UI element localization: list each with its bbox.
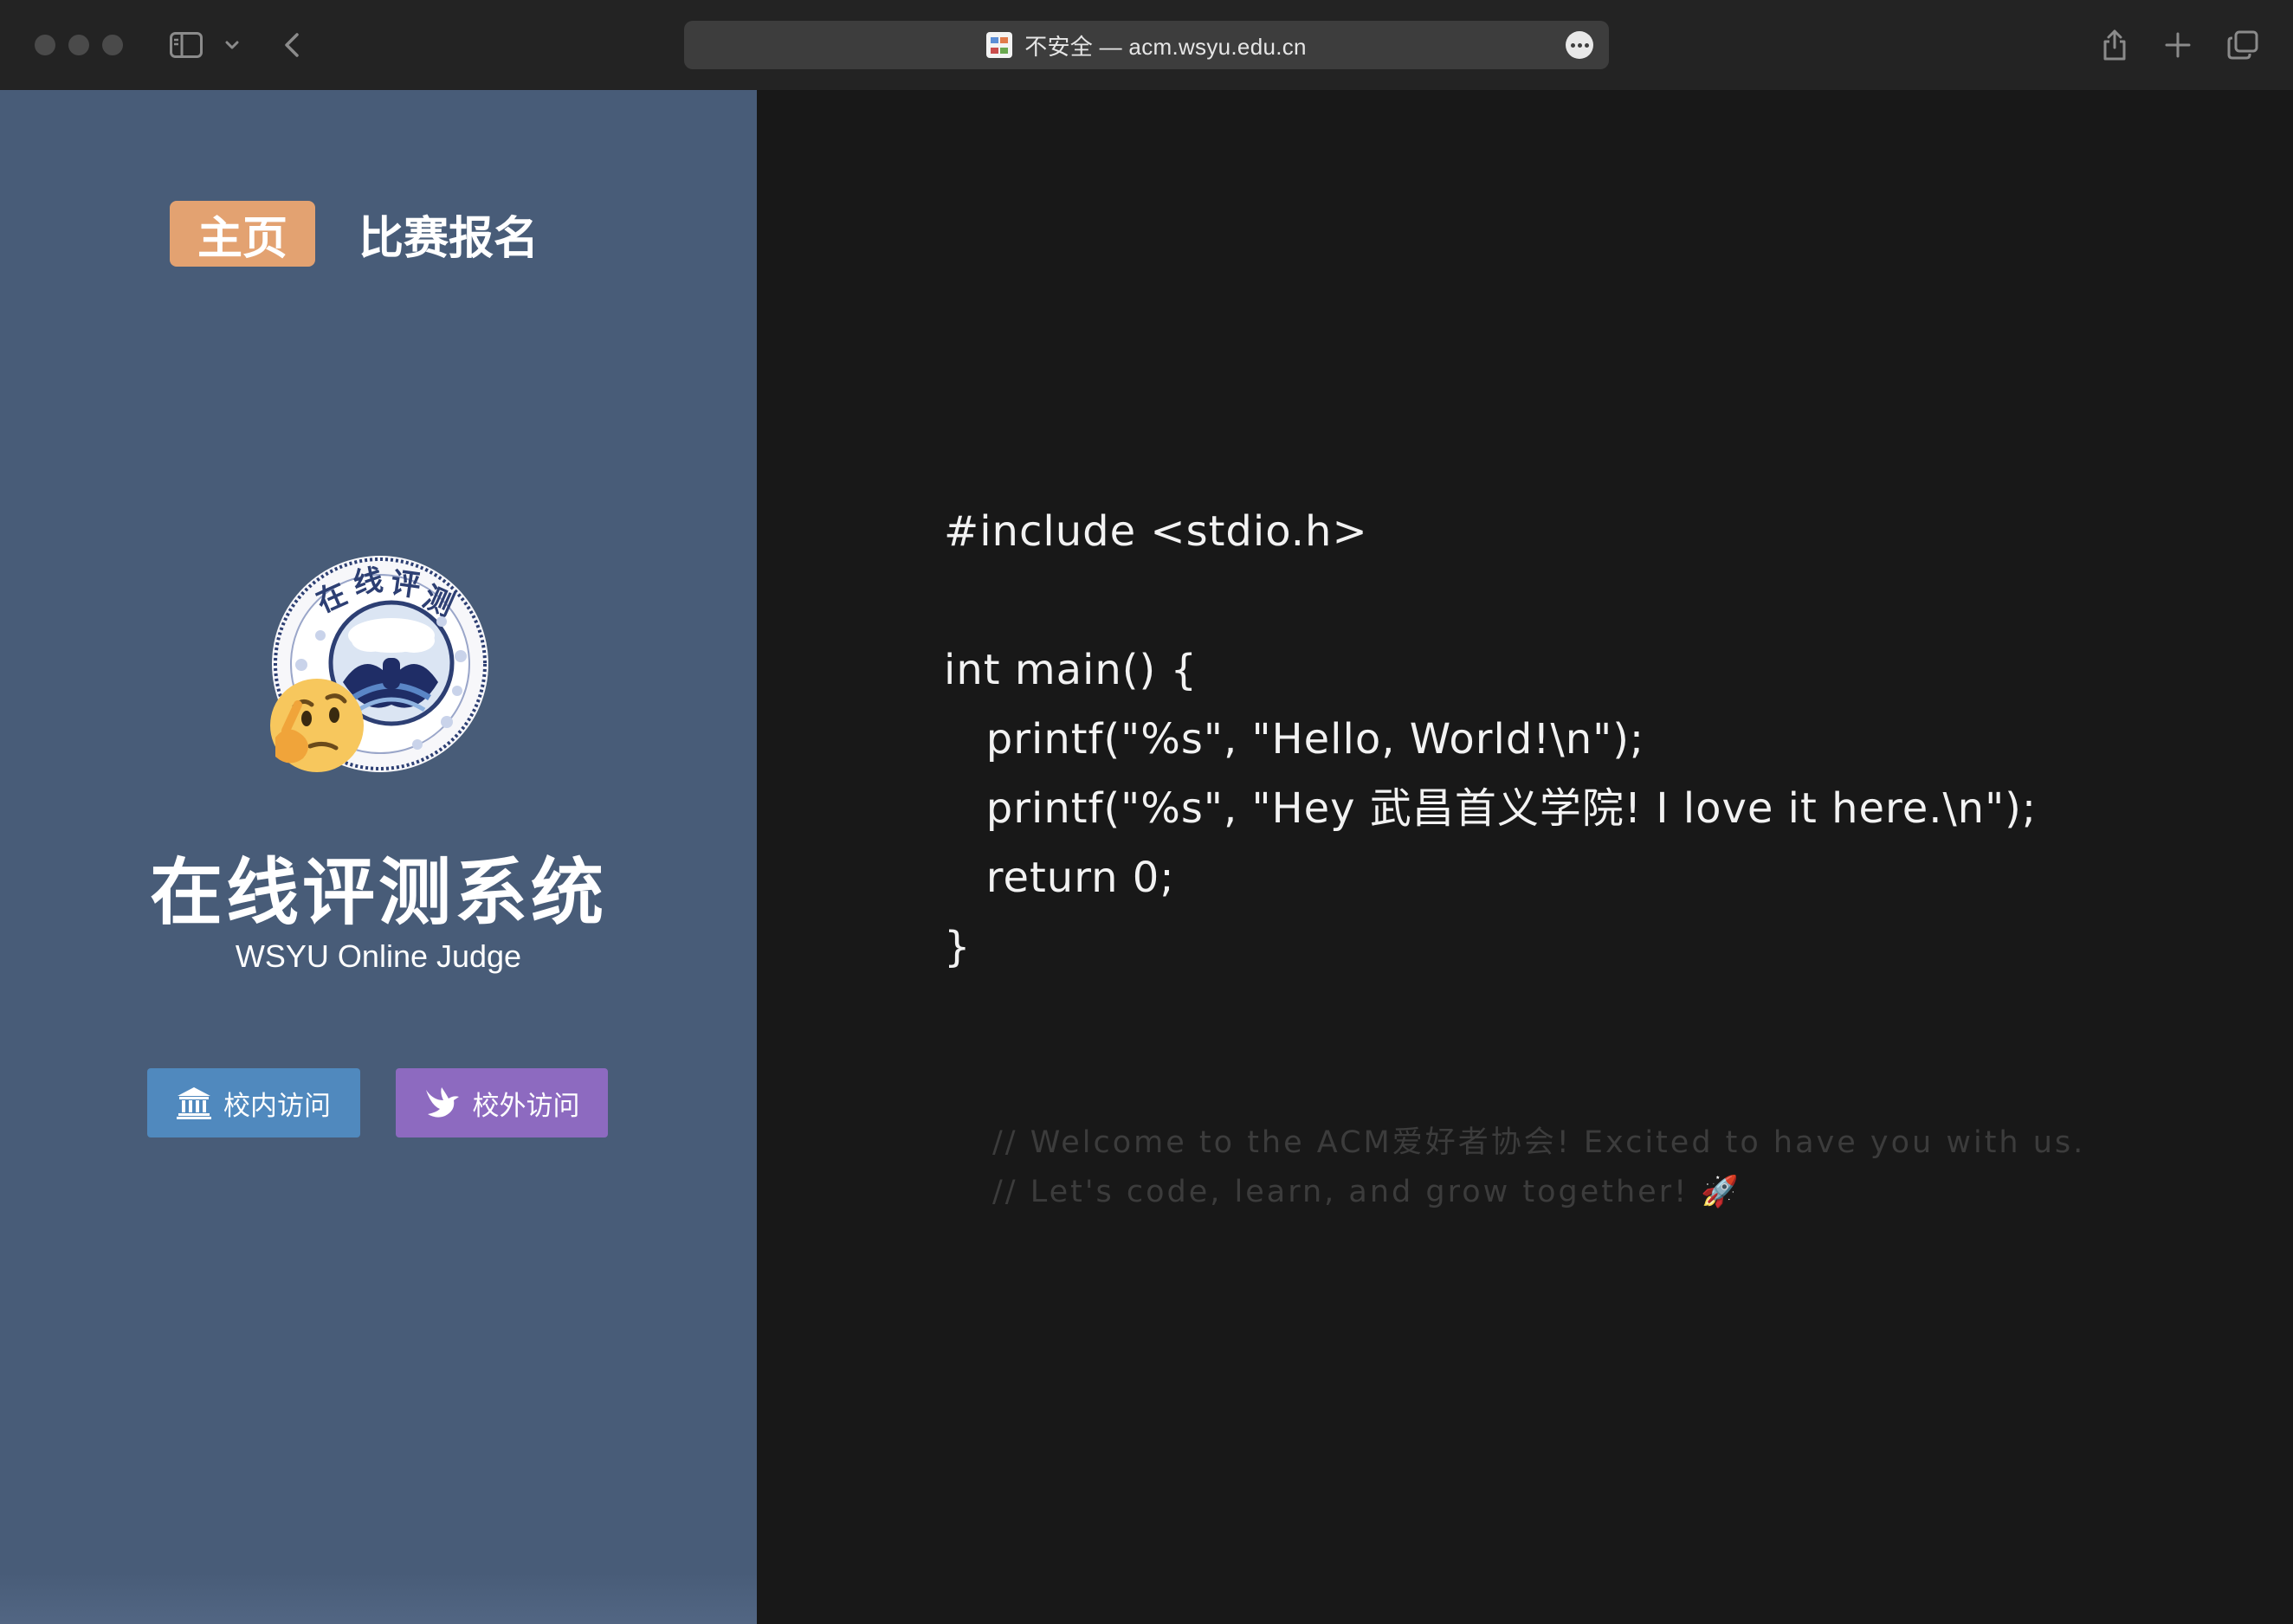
site-title: 在线评测系统 <box>149 852 607 933</box>
comment-line: // Let's code, learn, and grow together!… <box>992 1175 1741 1209</box>
code-line: } <box>944 923 972 971</box>
bird-icon <box>425 1087 459 1118</box>
thinking-face-icon <box>270 679 364 772</box>
code-line: printf("%s", "Hey 武昌首义学院! I love it here… <box>944 784 2038 833</box>
code-panel: #include <stdio.h> int main() { printf("… <box>757 90 2293 1624</box>
external-access-button[interactable]: 校外访问 <box>396 1068 608 1137</box>
close-window-button[interactable] <box>35 35 55 55</box>
share-icon[interactable] <box>2099 26 2130 64</box>
logo-text-2: 线 <box>351 563 385 602</box>
site-subtitle: WSYU Online Judge <box>235 938 522 974</box>
nav-home[interactable]: 主页 <box>170 201 315 267</box>
logo: 在 线 评 测 <box>268 552 492 776</box>
page-menu-icon[interactable] <box>1566 31 1593 59</box>
site-favicon-icon <box>986 32 1013 58</box>
code-line: int main() { <box>944 646 1198 694</box>
campus-access-button[interactable]: 校内访问 <box>147 1068 360 1137</box>
browser-window: 不安全 — acm.wsyu.edu.cn 主页 比赛报名 在 线 评 测 在线… <box>0 0 2293 1624</box>
sidebar-toggle-icon[interactable] <box>168 26 204 64</box>
code-line: return 0; <box>944 854 1175 902</box>
institution-icon <box>177 1087 211 1119</box>
browser-toolbar: 不安全 — acm.wsyu.edu.cn <box>0 0 2293 91</box>
campus-access-label: 校内访问 <box>223 1090 331 1121</box>
address-bar[interactable]: 不安全 — acm.wsyu.edu.cn <box>684 21 1609 69</box>
tab-overview-icon[interactable] <box>2225 26 2260 64</box>
chevron-down-icon[interactable] <box>220 26 244 64</box>
external-access-label: 校外访问 <box>472 1090 580 1121</box>
new-tab-icon[interactable] <box>2163 26 2193 64</box>
zoom-window-button[interactable] <box>102 35 123 55</box>
code-line: printf("%s", "Hello, World!\n"); <box>944 715 1645 764</box>
nav-contest-signup[interactable]: 比赛报名 <box>358 201 539 267</box>
code-comments: // Welcome to the ACM爱好者协会! Excited to h… <box>992 1118 2085 1217</box>
minimize-window-button[interactable] <box>68 35 89 55</box>
address-text: 不安全 — acm.wsyu.edu.cn <box>1024 33 1307 60</box>
code-line: #include <stdio.h> <box>944 507 1368 556</box>
logo-text-3: 评 <box>389 565 423 603</box>
sidebar-panel: 主页 比赛报名 在 线 评 测 在线评测系统 WSYU Online Judge… <box>0 90 757 1624</box>
back-icon[interactable] <box>279 26 305 64</box>
comment-line: // Welcome to the ACM爱好者协会! Excited to h… <box>992 1125 2086 1160</box>
code-block: #include <stdio.h> int main() { printf("… <box>944 497 2037 982</box>
